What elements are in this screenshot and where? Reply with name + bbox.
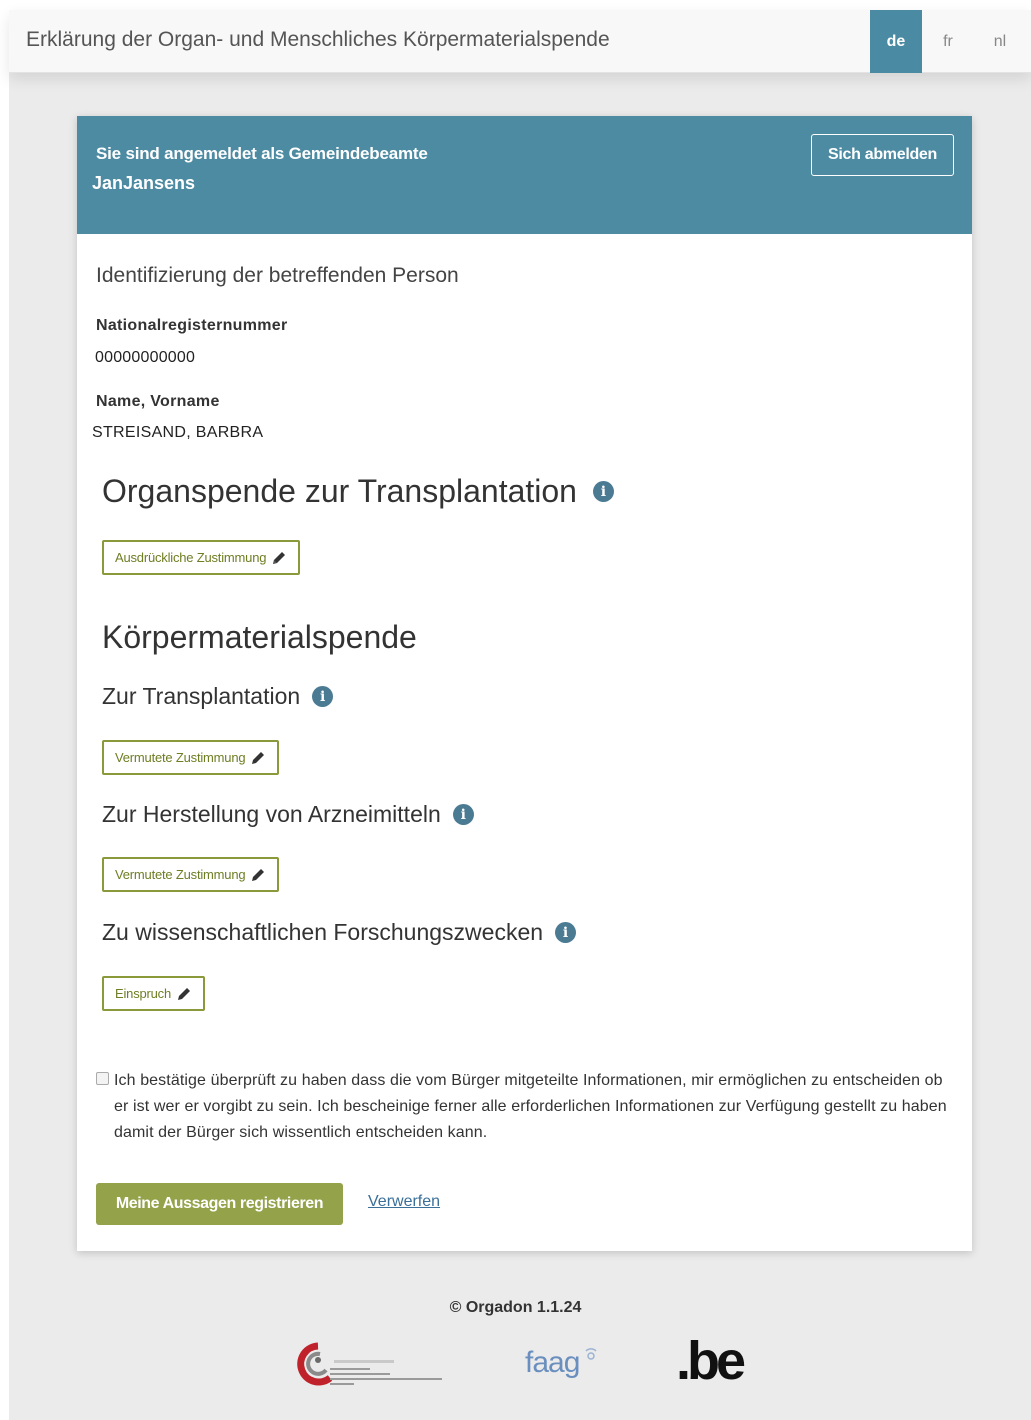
login-status-label: Sie sind angemeldet als Gemeindebeamte <box>96 144 428 163</box>
info-icon[interactable]: i <box>555 922 577 943</box>
info-icon[interactable]: i <box>592 481 614 502</box>
research-heading: Zu wissenschaftlichen Forschungszwecken … <box>102 919 577 946</box>
pencil-icon <box>273 551 286 564</box>
discard-link[interactable]: Verwerfen <box>368 1193 440 1211</box>
organ-donation-heading: Organspende zur Transplantation i <box>102 473 614 510</box>
organ-consent-button[interactable]: Ausdrückliche Zustimmung <box>102 540 301 575</box>
transplant-title: Zur Transplantation <box>102 683 301 709</box>
medicine-consent-label: Vermutete Zustimmung <box>115 867 246 882</box>
pencil-icon <box>252 868 265 881</box>
language-de-link[interactable]: de <box>870 10 922 73</box>
body-material-title: Körpermaterialspende <box>102 619 417 655</box>
pencil-icon <box>178 987 191 1000</box>
register-statements-button[interactable]: Meine Aussagen registrieren <box>96 1183 343 1225</box>
medicine-heading: Zur Herstellung von Arzneimitteln i <box>102 801 474 828</box>
declaration-card: Sie sind angemeldet als Gemeindebeamte J… <box>77 116 972 1251</box>
faag-logo: faag <box>525 1346 580 1379</box>
research-consent-button[interactable]: Einspruch <box>102 976 206 1011</box>
confirmation-checkbox[interactable] <box>96 1072 109 1085</box>
medicine-title: Zur Herstellung von Arzneimitteln <box>102 801 441 827</box>
organ-consent-label: Ausdrückliche Zustimmung <box>115 550 267 565</box>
top-navbar: Erklärung der Organ- und Menschliches Kö… <box>9 10 1031 73</box>
logged-in-user: JanJansens <box>92 173 196 193</box>
language-fr-link[interactable]: fr <box>922 10 974 73</box>
pencil-icon <box>252 751 265 764</box>
organ-donation-title: Organspende zur Transplantation <box>102 473 577 509</box>
name-value: STREISAND, BARBRA <box>92 424 264 441</box>
session-header: Sie sind angemeldet als Gemeindebeamte J… <box>77 116 972 234</box>
info-icon[interactable]: i <box>452 804 474 825</box>
research-consent-label: Einspruch <box>115 986 172 1001</box>
copyright-text: © Orgadon 1.1.24 <box>449 1299 582 1316</box>
identification-title: Identifizierung der betreffenden Person <box>96 264 459 287</box>
nrn-label: Nationalregisternummer <box>96 317 288 334</box>
health-agency-logo <box>297 1342 442 1386</box>
transplant-consent-button[interactable]: Vermutete Zustimmung <box>102 740 280 775</box>
language-nl-link[interactable]: nl <box>974 10 1026 73</box>
medicine-consent-button[interactable]: Vermutete Zustimmung <box>102 857 280 892</box>
transplant-heading: Zur Transplantation i <box>102 683 334 710</box>
name-label: Name, Vorname <box>96 393 220 410</box>
app-title[interactable]: Erklärung der Organ- und Menschliches Kö… <box>26 28 610 52</box>
be-logo: .be <box>676 1331 746 1391</box>
logout-button[interactable]: Sich abmelden <box>811 134 954 176</box>
nrn-value: 00000000000 <box>95 349 196 366</box>
info-icon[interactable]: i <box>312 686 334 707</box>
confirmation-text: Ich bestätige überprüft zu haben dass di… <box>114 1072 947 1141</box>
research-title: Zu wissenschaftlichen Forschungszwecken <box>102 919 544 945</box>
transplant-consent-label: Vermutete Zustimmung <box>115 750 246 765</box>
faag-logo-mark-icon <box>585 1348 597 1360</box>
